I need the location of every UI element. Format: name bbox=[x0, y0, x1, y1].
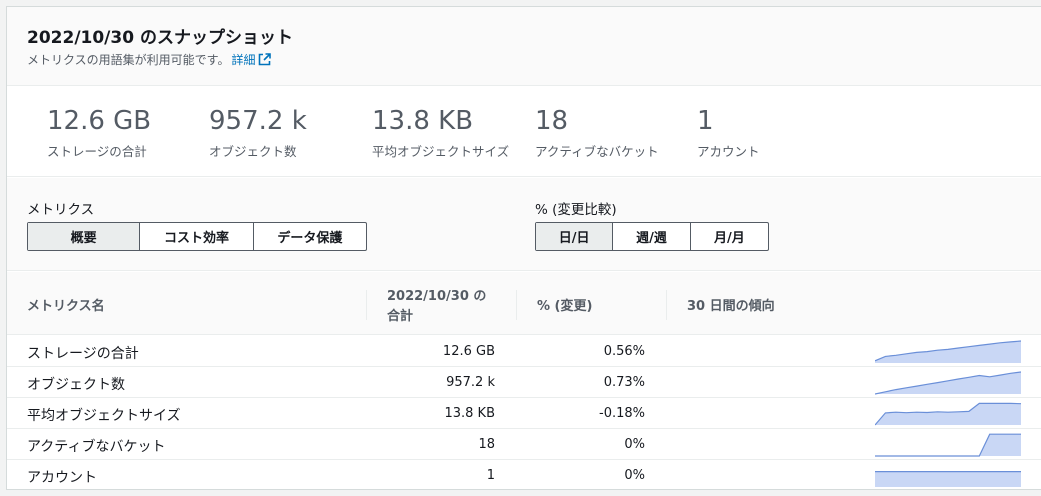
metrics-overview-button[interactable]: 概要 bbox=[28, 223, 141, 250]
stat-object-count: 957.2 k オブジェクト数 bbox=[209, 105, 307, 160]
row-total-value: 18 bbox=[478, 437, 495, 452]
row-metric-name: ストレージの合計 bbox=[27, 346, 139, 362]
trend-sparkline bbox=[875, 402, 1021, 426]
compare-segmented-control: 日/日 週/週 月/月 bbox=[535, 222, 769, 251]
metrics-data-protection-button[interactable]: データ保護 bbox=[254, 223, 366, 250]
summary-stats: 12.6 GB ストレージの合計 957.2 k オブジェクト数 13.8 KB… bbox=[7, 87, 1041, 177]
row-metric-name: アクティブなバケット bbox=[27, 439, 166, 455]
compare-month-button[interactable]: 月/月 bbox=[691, 223, 768, 250]
stat-value: 1 bbox=[697, 106, 714, 136]
stat-label: ストレージの合計 bbox=[47, 144, 147, 159]
snapshot-panel: 2022/10/30 のスナップショット メトリクスの用語集が利用可能です。 詳細… bbox=[6, 6, 1041, 490]
metrics-cost-efficiency-button[interactable]: コスト効率 bbox=[140, 223, 254, 250]
row-change-pct: 0.73% bbox=[603, 375, 645, 390]
table-row: アクティブなバケット 18 0% bbox=[7, 429, 1041, 460]
stat-active-buckets: 18 アクティブなバケット bbox=[535, 105, 659, 160]
stat-label: 平均オブジェクトサイズ bbox=[372, 144, 510, 159]
stat-label: アカウント bbox=[697, 144, 760, 159]
sparkline-area bbox=[875, 403, 1021, 425]
row-metric-name: 平均オブジェクトサイズ bbox=[27, 408, 181, 424]
table-row: 平均オブジェクトサイズ 13.8 KB -0.18% bbox=[7, 398, 1041, 429]
table-row: オブジェクト数 957.2 k 0.73% bbox=[7, 367, 1041, 398]
details-link-label: 詳細 bbox=[231, 53, 256, 67]
column-total-line2[interactable]: 合計 bbox=[387, 305, 413, 324]
trend-sparkline bbox=[875, 433, 1021, 457]
details-link[interactable]: 詳細 bbox=[231, 53, 272, 69]
column-total-line1[interactable]: 2022/10/30 の bbox=[387, 285, 486, 304]
page-title: 2022/10/30 のスナップショット bbox=[27, 28, 293, 48]
glossary-text: メトリクスの用語集が利用可能です。 bbox=[27, 53, 230, 67]
column-30-day-trend: 30 日間の傾向 bbox=[687, 299, 775, 314]
trend-sparkline bbox=[875, 471, 1021, 487]
sparkline-area bbox=[875, 471, 1021, 487]
row-change-pct: -0.18% bbox=[599, 406, 645, 421]
row-change-pct: 0% bbox=[624, 437, 645, 452]
metrics-label: メトリクス bbox=[27, 202, 95, 218]
column-divider bbox=[666, 290, 667, 320]
panel-header: 2022/10/30 のスナップショット メトリクスの用語集が利用可能です。 詳細 bbox=[7, 7, 1041, 86]
row-metric-name: アカウント bbox=[27, 470, 97, 486]
compare-day-button[interactable]: 日/日 bbox=[536, 223, 614, 250]
column-change-pct[interactable]: % (変更) bbox=[537, 295, 592, 314]
column-divider bbox=[516, 290, 517, 320]
compare-label: % (変更比較) bbox=[535, 202, 617, 218]
glossary-note: メトリクスの用語集が利用可能です。 詳細 bbox=[27, 51, 272, 69]
stat-total-storage: 12.6 GB ストレージの合計 bbox=[47, 105, 151, 160]
table-row: ストレージの合計 12.6 GB 0.56% bbox=[7, 336, 1041, 367]
stat-value: 18 bbox=[535, 106, 569, 136]
metrics-segmented-control: 概要 コスト効率 データ保護 bbox=[27, 222, 367, 251]
stat-label: オブジェクト数 bbox=[209, 144, 297, 159]
row-total-value: 12.6 GB bbox=[442, 344, 495, 359]
table-row: アカウント 1 0% bbox=[7, 460, 1041, 491]
external-link-icon bbox=[258, 53, 272, 69]
row-change-pct: 0.56% bbox=[603, 344, 645, 359]
sparkline-area bbox=[875, 341, 1021, 363]
stat-value: 957.2 k bbox=[209, 106, 307, 136]
filter-controls: メトリクス 概要 コスト効率 データ保護 % (変更比較) 日/日 週/週 月/… bbox=[7, 178, 1041, 271]
trend-sparkline bbox=[875, 371, 1021, 395]
row-total-value: 1 bbox=[486, 468, 495, 483]
stat-avg-object-size: 13.8 KB 平均オブジェクトサイズ bbox=[372, 105, 509, 160]
sparkline-area bbox=[875, 434, 1021, 456]
stat-label: アクティブなバケット bbox=[535, 144, 659, 159]
stat-value: 12.6 GB bbox=[47, 106, 152, 136]
trend-sparkline bbox=[875, 340, 1021, 363]
column-divider bbox=[366, 290, 367, 320]
row-change-pct: 0% bbox=[624, 468, 645, 483]
stat-value: 13.8 KB bbox=[372, 106, 474, 136]
row-total-value: 13.8 KB bbox=[444, 406, 495, 421]
stat-accounts: 1 アカウント bbox=[697, 105, 760, 160]
row-total-value: 957.2 k bbox=[446, 375, 495, 390]
row-metric-name: オブジェクト数 bbox=[27, 377, 125, 393]
table-header: メトリクス名 2022/10/30 の 合計 % (変更) 30 日間の傾向 bbox=[7, 272, 1041, 335]
column-metric-name[interactable]: メトリクス名 bbox=[27, 295, 105, 314]
compare-week-button[interactable]: 週/週 bbox=[613, 223, 691, 250]
